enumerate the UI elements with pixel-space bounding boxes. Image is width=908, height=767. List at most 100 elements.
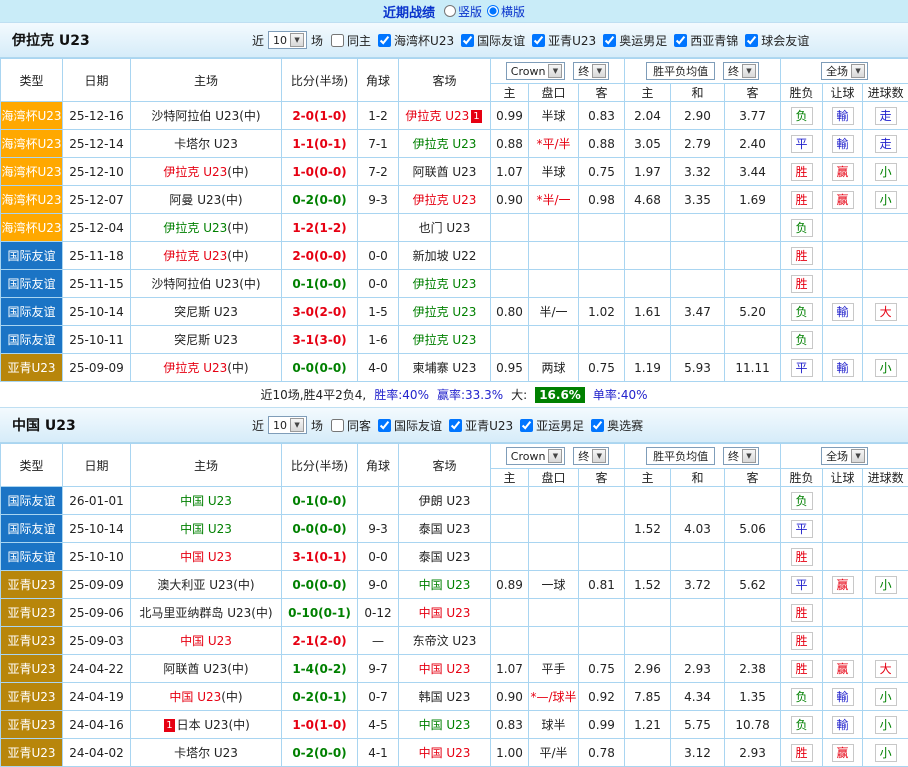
home-team-name[interactable]: 沙特阿拉伯 U23 [151,109,239,123]
away-team-name[interactable]: 伊拉克 U23 [413,277,477,291]
home-team-cell[interactable]: 中国 U23(中) [131,683,282,711]
home-team-cell[interactable]: 中国 U23 [131,487,282,515]
checkbox-input[interactable] [378,34,391,47]
avg-odds-select[interactable]: 胜平负均值 [646,62,715,80]
recent-count-select[interactable]: 10 ▼ [268,416,307,434]
home-team-cell[interactable]: 1日本 U23(中) [131,711,282,739]
home-team-cell[interactable]: 伊拉克 U23(中) [131,354,282,382]
filter-checkbox[interactable]: 奥运男足 [603,32,667,49]
checkbox-input[interactable] [603,34,616,47]
away-team-name[interactable]: 伊朗 U23 [419,494,471,508]
checkbox-input[interactable] [331,419,344,432]
home-team-name[interactable]: 卡塔尔 U23 [174,137,238,151]
home-team-cell[interactable]: 阿曼 U23(中) [131,186,282,214]
home-team-name[interactable]: 北马里亚纳群岛 U23 [139,606,251,620]
filter-checkbox[interactable]: 亚运男足 [520,417,584,434]
away-team-cell[interactable]: 伊拉克 U23 [399,130,491,158]
filter-checkbox[interactable]: 同主 [331,32,371,49]
away-team-cell[interactable]: 阿联酋 U23 [399,158,491,186]
checkbox-input[interactable] [331,34,344,47]
checkbox-input[interactable] [591,419,604,432]
away-team-name[interactable]: 中国 U23 [419,746,471,760]
away-team-name[interactable]: 韩国 U23 [419,690,471,704]
home-team-name[interactable]: 中国 U23 [180,634,232,648]
away-team-name[interactable]: 阿联酋 U23 [413,165,477,179]
home-team-name[interactable]: 伊拉克 U23 [163,361,227,375]
home-team-name[interactable]: 阿联酋 U23 [163,662,227,676]
home-team-name[interactable]: 中国 U23 [180,522,232,536]
away-team-cell[interactable]: 伊朗 U23 [399,487,491,515]
home-team-cell[interactable]: 伊拉克 U23(中) [131,242,282,270]
home-team-cell[interactable]: 澳大利亚 U23(中) [131,571,282,599]
odds-provider-select[interactable]: Crown ▼ [506,62,566,80]
home-team-name[interactable]: 伊拉克 U23 [163,165,227,179]
filter-checkbox[interactable]: 同客 [331,417,371,434]
full-match-select[interactable]: 全场 ▼ [821,62,868,80]
checkbox-input[interactable] [449,419,462,432]
home-team-name[interactable]: 中国 U23 [180,494,232,508]
away-team-name[interactable]: 东帝汶 U23 [413,634,477,648]
away-team-name[interactable]: 中国 U23 [419,578,471,592]
filter-checkbox[interactable]: 亚青U23 [449,417,513,434]
home-team-cell[interactable]: 卡塔尔 U23 [131,130,282,158]
checkbox-input[interactable] [461,34,474,47]
final-avg-select[interactable]: 终 ▼ [723,447,759,465]
away-team-name[interactable]: 伊拉克 U23 [413,333,477,347]
filter-checkbox[interactable]: 奥选赛 [591,417,643,434]
away-team-name[interactable]: 伊拉克 U23 [413,305,477,319]
checkbox-input[interactable] [520,419,533,432]
recent-count-select[interactable]: 10 ▼ [268,31,307,49]
filter-checkbox[interactable]: 海湾杯U23 [378,32,454,49]
odds-provider-select[interactable]: Crown ▼ [506,447,566,465]
home-team-name[interactable]: 卡塔尔 U23 [174,746,238,760]
filter-checkbox[interactable]: 西亚青锦 [674,32,738,49]
home-team-cell[interactable]: 阿联酋 U23(中) [131,655,282,683]
avg-odds-select[interactable]: 胜平负均值 [646,447,715,465]
home-team-name[interactable]: 阿曼 U23 [169,193,221,207]
away-team-cell[interactable]: 柬埔寨 U23 [399,354,491,382]
away-team-cell[interactable]: 中国 U23 [399,739,491,767]
home-team-cell[interactable]: 突尼斯 U23 [131,298,282,326]
away-team-name[interactable]: 中国 U23 [419,718,471,732]
away-team-name[interactable]: 新加坡 U22 [413,249,477,263]
filter-checkbox[interactable]: 国际友谊 [378,417,442,434]
away-team-cell[interactable]: 伊拉克 U23 [399,270,491,298]
away-team-cell[interactable]: 泰国 U23 [399,515,491,543]
home-team-cell[interactable]: 沙特阿拉伯 U23(中) [131,102,282,130]
filter-checkbox[interactable]: 国际友谊 [461,32,525,49]
away-team-name[interactable]: 中国 U23 [419,662,471,676]
final-avg-select[interactable]: 终 ▼ [723,62,759,80]
final-odds-select[interactable]: 终 ▼ [573,447,609,465]
away-team-cell[interactable]: 韩国 U23 [399,683,491,711]
away-team-cell[interactable]: 伊拉克 U23 [399,186,491,214]
filter-checkbox[interactable]: 亚青U23 [532,32,596,49]
home-team-name[interactable]: 沙特阿拉伯 U23 [151,277,239,291]
away-team-cell[interactable]: 泰国 U23 [399,543,491,571]
away-team-name[interactable]: 泰国 U23 [419,550,471,564]
away-team-name[interactable]: 伊拉克 U23 [413,193,477,207]
layout-option-vertical[interactable]: 竖版 [444,3,482,20]
home-team-name[interactable]: 突尼斯 U23 [174,305,238,319]
home-team-name[interactable]: 中国 U23 [169,690,221,704]
away-team-cell[interactable]: 东帝汶 U23 [399,627,491,655]
away-team-name[interactable]: 伊拉克 U23 [413,137,477,151]
away-team-name[interactable]: 泰国 U23 [419,522,471,536]
away-team-cell[interactable]: 也门 U23 [399,214,491,242]
home-team-cell[interactable]: 伊拉克 U23(中) [131,158,282,186]
away-team-name[interactable]: 柬埔寨 U23 [413,361,477,375]
home-team-cell[interactable]: 伊拉克 U23(中) [131,214,282,242]
home-team-cell[interactable]: 沙特阿拉伯 U23(中) [131,270,282,298]
away-team-cell[interactable]: 中国 U23 [399,599,491,627]
home-team-cell[interactable]: 中国 U23 [131,543,282,571]
home-team-name[interactable]: 日本 U23 [177,718,229,732]
home-team-name[interactable]: 突尼斯 U23 [174,333,238,347]
filter-checkbox[interactable]: 球会友谊 [745,32,809,49]
checkbox-input[interactable] [674,34,687,47]
home-team-cell[interactable]: 中国 U23 [131,515,282,543]
checkbox-input[interactable] [378,419,391,432]
away-team-cell[interactable]: 中国 U23 [399,655,491,683]
horizontal-layout-radio[interactable] [487,5,499,17]
home-team-name[interactable]: 澳大利亚 U23 [157,578,233,592]
vertical-layout-radio[interactable] [444,5,456,17]
away-team-cell[interactable]: 中国 U23 [399,711,491,739]
